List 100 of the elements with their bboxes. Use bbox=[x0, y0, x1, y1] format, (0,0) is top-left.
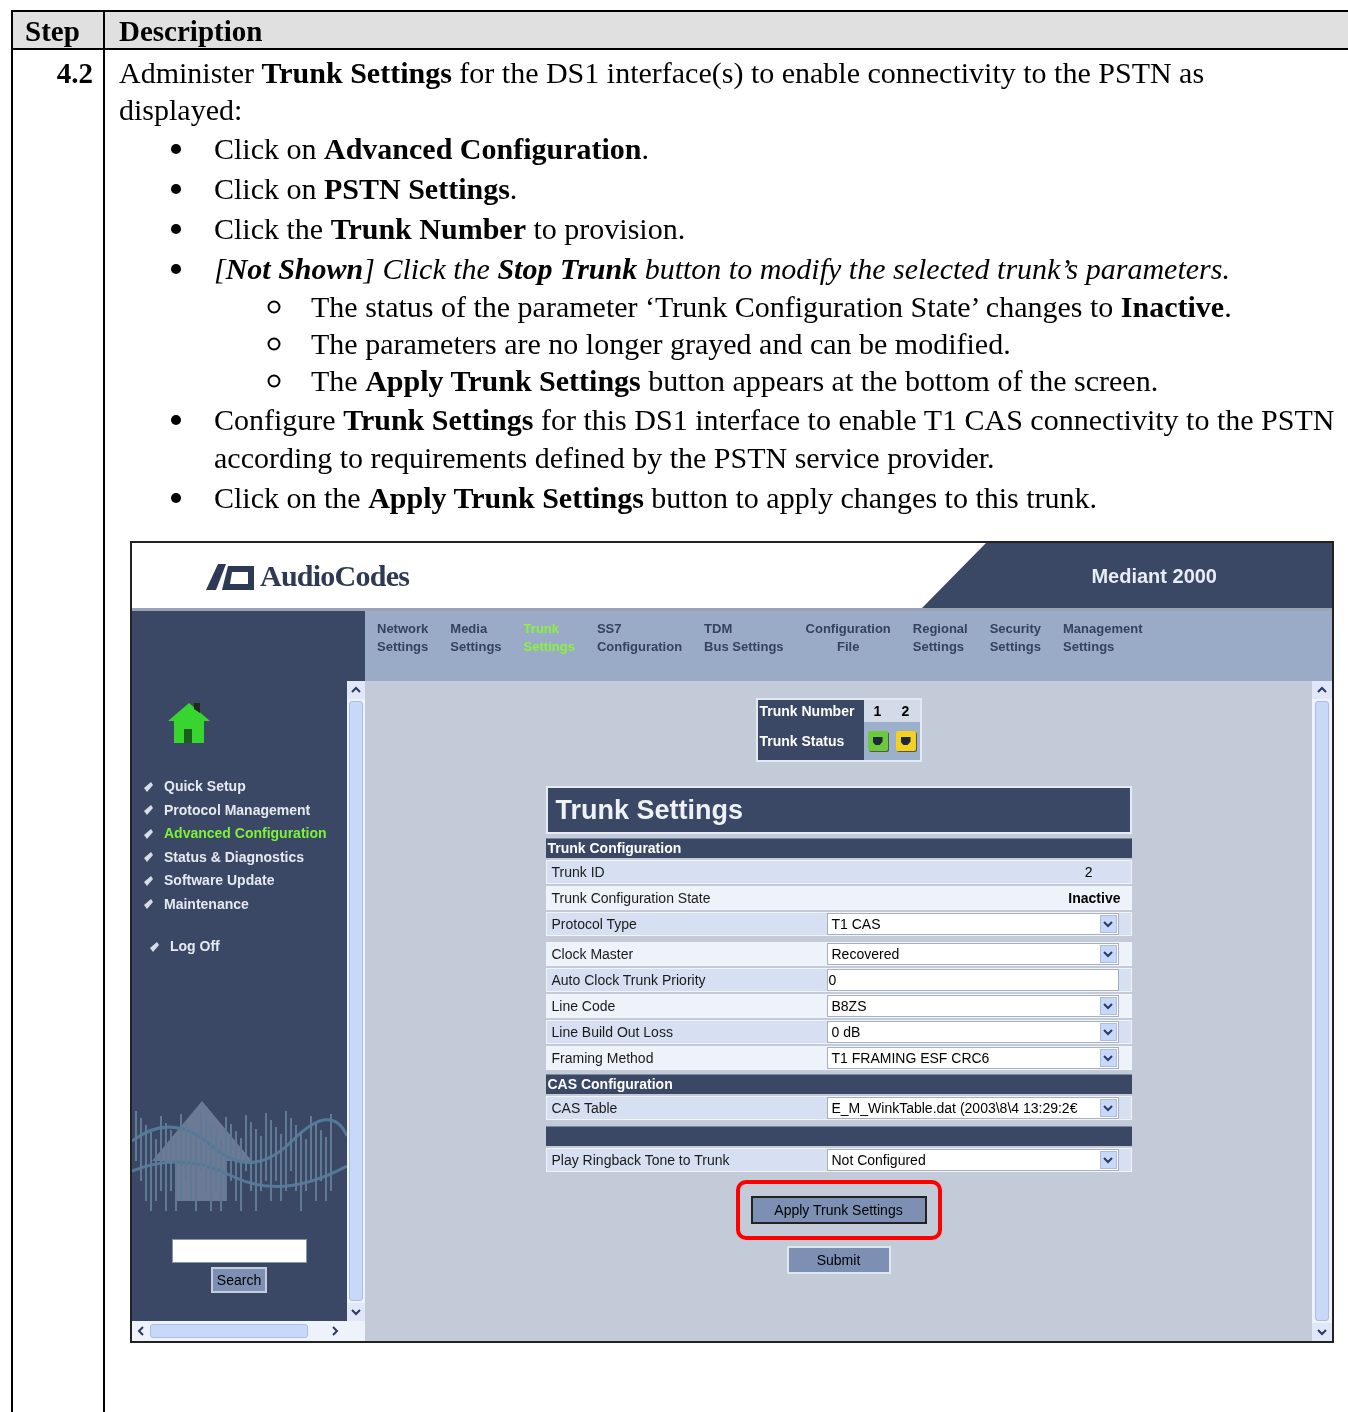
bullet-text: Click on PSTN Settings. bbox=[214, 171, 518, 207]
bullet-text: [Not Shown] Click the Stop Trunk button to modify the selected trunk’s parameters. bbox=[214, 251, 1230, 287]
hollow-bullet-icon bbox=[267, 336, 281, 351]
chevron-up-icon bbox=[351, 686, 361, 694]
sidebar-link[interactable]: Protocol Management bbox=[164, 799, 311, 821]
hollow-bullet-icon bbox=[267, 373, 281, 388]
hollow-bullet-icon bbox=[267, 299, 281, 314]
dropdown[interactable]: T1 CAS bbox=[826, 913, 1119, 935]
scroll-up-button[interactable] bbox=[1312, 681, 1332, 699]
status-value: Inactive bbox=[1067, 888, 1122, 908]
section-title: Trunk Configuration bbox=[547, 839, 682, 858]
trunk-number-link[interactable]: 2 bbox=[891, 700, 920, 722]
bullet-icon bbox=[171, 264, 181, 274]
bullet-icon bbox=[171, 224, 181, 234]
search-field[interactable] bbox=[172, 1239, 307, 1263]
bullet-text: Click on Advanced Configuration. bbox=[214, 131, 650, 167]
scroll-down-button[interactable] bbox=[1312, 1323, 1332, 1341]
dropdown[interactable]: E_M_WinkTable.dat (2003\8\4 13:29:2€ bbox=[826, 1097, 1119, 1119]
dropdown[interactable]: B8ZS bbox=[826, 995, 1119, 1017]
caret-icon bbox=[1103, 920, 1113, 928]
horizontal-scrollbar[interactable] bbox=[132, 1321, 365, 1341]
sub-bullet-text: The Apply Trunk Settings button appears at the bottom of the screen. bbox=[311, 363, 1159, 399]
sidebar-link[interactable]: Quick Setup bbox=[164, 776, 246, 798]
chevron-down-icon bbox=[351, 1308, 361, 1316]
dropdown[interactable]: 0 dB bbox=[826, 1021, 1119, 1043]
field-label: Play Ringback Tone to Trunk bbox=[550, 1150, 731, 1170]
chevron-down-icon bbox=[1317, 1328, 1327, 1336]
row-label: Trunk Status bbox=[758, 732, 846, 751]
trunk-number-link[interactable]: 1 bbox=[863, 700, 892, 722]
bullet-icon bbox=[142, 874, 154, 887]
field-value: 2 bbox=[1083, 862, 1094, 882]
nav-tab[interactable]: Media Settings bbox=[450, 620, 502, 681]
bullet-text: Click on the Apply Trunk Settings button to apply changes to this trunk. bbox=[214, 480, 1098, 516]
bullet-text: Configure Trunk Settings for this DS1 interface to enable T1 CAS connectivity to the PSTN according to requirements defined by the PSTN service provider. bbox=[214, 402, 1336, 476]
form-button[interactable]: Submit bbox=[786, 1246, 891, 1274]
vertical-scrollbar[interactable] bbox=[1312, 681, 1332, 1341]
trunk-status-icon[interactable] bbox=[895, 731, 916, 751]
chevron-left-icon bbox=[137, 1326, 145, 1336]
product-name: Mediant 2000 bbox=[1091, 563, 1217, 589]
nav-tab[interactable]: TDM Bus Settings bbox=[704, 620, 784, 681]
sub-bullet-text: The parameters are no longer grayed and can be modified. bbox=[311, 326, 1011, 362]
caret-icon bbox=[1103, 1002, 1113, 1010]
panel-title: Trunk Settings bbox=[555, 793, 744, 827]
trunk-status-icon[interactable] bbox=[867, 731, 888, 751]
scrollbar-thumb[interactable] bbox=[1315, 701, 1329, 1321]
scroll-up-button[interactable] bbox=[347, 681, 365, 699]
chevron-up-icon bbox=[1317, 686, 1327, 694]
nav-tab[interactable]: Management Settings bbox=[1063, 620, 1143, 681]
caret-icon bbox=[1103, 1054, 1113, 1062]
bullet-icon bbox=[171, 415, 181, 425]
dropdown[interactable]: Not Configured bbox=[826, 1149, 1119, 1171]
dropdown[interactable]: Recovered bbox=[826, 943, 1119, 965]
bullet-icon bbox=[142, 804, 154, 817]
field-label: Clock Master bbox=[550, 944, 635, 964]
log-off-link[interactable]: Log Off bbox=[170, 936, 220, 957]
column-header: Description bbox=[118, 14, 264, 48]
nav-tab[interactable]: Regional Settings bbox=[912, 620, 968, 681]
bullet-icon bbox=[171, 493, 181, 503]
sidebar-link[interactable]: Status & Diagnostics bbox=[164, 846, 305, 868]
bullet-icon bbox=[142, 780, 154, 793]
scroll-down-button[interactable] bbox=[347, 1303, 365, 1321]
nav-tab[interactable]: SS7 Configuration bbox=[596, 620, 683, 681]
step-number: 4.2 bbox=[56, 57, 93, 89]
caret-icon bbox=[1103, 1156, 1113, 1164]
bullet-icon bbox=[142, 898, 154, 911]
scrollbar-thumb[interactable] bbox=[349, 701, 363, 1301]
caret-icon bbox=[1103, 1028, 1113, 1036]
field-label: Framing Method bbox=[550, 1048, 655, 1068]
scrollbar-thumb[interactable] bbox=[150, 1324, 308, 1338]
field-label: Protocol Type bbox=[550, 914, 638, 934]
field-label: Auto Clock Trunk Priority bbox=[550, 970, 707, 990]
bullet-icon bbox=[171, 144, 181, 154]
nav-tab[interactable]: Network Settings bbox=[377, 620, 429, 681]
search-button[interactable]: Search bbox=[211, 1267, 267, 1293]
text-field[interactable]: 0 bbox=[826, 969, 1119, 991]
field-label: Trunk Configuration State bbox=[550, 888, 712, 908]
bullet-icon bbox=[142, 827, 154, 840]
column-header: Step bbox=[13, 12, 105, 48]
sub-bullet-text: The status of the parameter ‘Trunk Configuration State’ changes to Inactive. bbox=[311, 289, 1232, 325]
chevron-right-icon bbox=[331, 1326, 339, 1336]
bullet-text: Click the Trunk Number to provision. bbox=[214, 211, 686, 247]
dropdown[interactable]: T1 FRAMING ESF CRC6 bbox=[826, 1047, 1119, 1069]
vertical-scrollbar[interactable] bbox=[347, 681, 365, 1321]
sidebar-link[interactable]: Maintenance bbox=[164, 893, 249, 915]
field-label: Trunk ID bbox=[550, 862, 606, 882]
row-label: Trunk Number bbox=[758, 702, 856, 721]
bullet-icon bbox=[171, 184, 181, 194]
sidebar-link[interactable]: Advanced Configuration bbox=[164, 823, 327, 845]
field-label: Line Build Out Loss bbox=[550, 1022, 674, 1042]
field-label: CAS Table bbox=[550, 1098, 619, 1118]
nav-tab[interactable]: Security Settings bbox=[989, 620, 1041, 681]
caret-icon bbox=[1103, 950, 1113, 958]
sidebar-link[interactable]: Software Update bbox=[164, 870, 275, 892]
instruction-text: Administer Trunk Settings for the DS1 interface(s) to enable connectivity to the PSTN as displayed: bbox=[119, 55, 1206, 128]
nav-tab[interactable]: Configuration File bbox=[805, 620, 891, 681]
logo-text: AudioCodes bbox=[260, 558, 410, 594]
caret-icon bbox=[1103, 1104, 1113, 1112]
bullet-icon bbox=[148, 940, 160, 953]
bullet-icon bbox=[142, 851, 154, 864]
form-button[interactable]: Apply Trunk Settings bbox=[750, 1196, 927, 1224]
